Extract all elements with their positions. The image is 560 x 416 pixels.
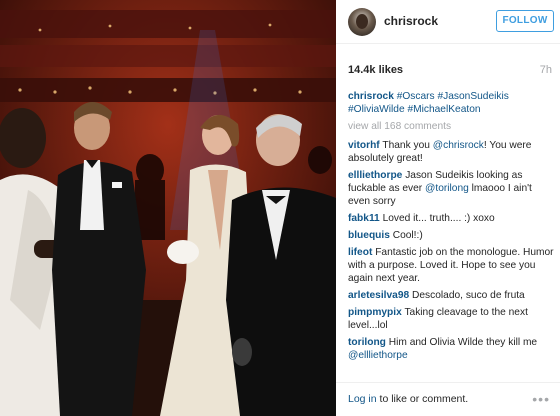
- post-time[interactable]: 7h: [540, 64, 552, 76]
- hashtag-link[interactable]: #Oscars: [397, 91, 435, 102]
- post-header: chrisrock FOLLOW: [336, 0, 560, 44]
- login-prompt-text: to like or comment.: [376, 393, 469, 405]
- hashtag-link[interactable]: #OliviaWilde: [348, 104, 405, 115]
- login-link[interactable]: Log in: [348, 393, 377, 405]
- mention-link[interactable]: @chrisrock: [433, 140, 484, 151]
- likes-count[interactable]: 14.4k likes: [348, 64, 403, 76]
- photo-illustration: [0, 0, 336, 416]
- comment-username[interactable]: lifeot: [348, 247, 372, 258]
- login-prompt: Log in to like or comment.: [348, 393, 468, 405]
- comment-item: arletesilva98 Descolado, suco de fruta: [348, 289, 554, 302]
- comment-item: vitorhf Thank you @chrisrock! You were a…: [348, 139, 554, 165]
- more-options-icon[interactable]: •••: [532, 391, 550, 407]
- comment-text: Descolado, suco de fruta: [412, 290, 525, 301]
- caption: chrisrock #Oscars #JasonSudeikis #Olivia…: [348, 90, 554, 116]
- post-sidebar: chrisrock FOLLOW 14.4k likes 7h chrisroc…: [336, 0, 560, 416]
- comment-item: pimpmypix Taking cleavage to the next le…: [348, 306, 554, 332]
- post-footer: Log in to like or comment. •••: [336, 382, 560, 416]
- avatar[interactable]: [348, 8, 376, 36]
- comment-username[interactable]: torilong: [348, 337, 386, 348]
- comment-username[interactable]: vitorhf: [348, 140, 380, 151]
- comment-item: fabk11 Loved it... truth.... :) xoxo: [348, 212, 554, 225]
- comment-item: bluequis Cool!:): [348, 229, 554, 242]
- comment-text: Thank you: [382, 140, 433, 151]
- caption-username[interactable]: chrisrock: [348, 91, 394, 102]
- likes-row: 14.4k likes 7h: [348, 64, 552, 78]
- comment-username[interactable]: bluequis: [348, 230, 390, 241]
- comments-list: chrisrock #Oscars #JasonSudeikis #Olivia…: [348, 90, 554, 366]
- comment-text: Him and Olivia Wilde they kill me: [388, 337, 538, 348]
- hashtag-link[interactable]: #MichaelKeaton: [407, 104, 480, 115]
- comment-username[interactable]: pimpmypix: [348, 307, 402, 318]
- post-photo[interactable]: [0, 0, 336, 416]
- comment-item: ellliethorpe Jason Sudeikis looking as f…: [348, 169, 554, 208]
- comment-text: Fantastic job on the monologue. Humor wi…: [348, 247, 554, 284]
- hashtag-link[interactable]: #JasonSudeikis: [438, 91, 509, 102]
- comment-text: Cool!:): [392, 230, 423, 241]
- mention-link[interactable]: @ellliethorpe: [348, 350, 408, 361]
- comment-username[interactable]: fabk11: [348, 213, 380, 224]
- view-all-comments[interactable]: view all 168 comments: [348, 120, 554, 133]
- follow-button[interactable]: FOLLOW: [496, 10, 554, 32]
- comment-item: torilong Him and Olivia Wilde they kill …: [348, 336, 554, 362]
- comment-text: Loved it... truth.... :) xoxo: [382, 213, 495, 224]
- post-username[interactable]: chrisrock: [384, 14, 438, 28]
- comment-username[interactable]: ellliethorpe: [348, 170, 402, 181]
- mention-link[interactable]: @torilong: [425, 183, 469, 194]
- comment-username[interactable]: arletesilva98: [348, 290, 409, 301]
- comment-item: lifeot Fantastic job on the monologue. H…: [348, 246, 554, 285]
